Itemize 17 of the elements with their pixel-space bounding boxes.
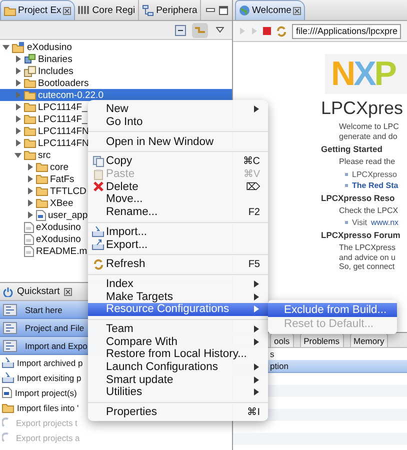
shortcut-text: F2 <box>248 206 260 218</box>
shortcut-text: ⌦ <box>246 180 260 193</box>
shortcut-text: ⌘I <box>247 406 260 418</box>
paragraph-text: Welcome to LPC generate and do <box>339 122 400 141</box>
paragraph-text: Please read the <box>339 157 396 166</box>
bullet-text: Visit <box>352 218 367 227</box>
bullet-text: LPCXpresso <box>352 170 397 178</box>
page-title: LPCXpres <box>321 98 404 119</box>
section-heading: LPCXpresso Forum <box>321 230 402 240</box>
shortcut-text: ⌘C <box>242 155 260 168</box>
shortcut-text: ⌘V <box>243 168 260 180</box>
section-heading: LPCXpresso Reso <box>321 192 396 202</box>
paragraph-text: The LPCXpress and advice on u So, get connect <box>339 243 396 272</box>
section-heading: Getting Started <box>321 144 384 154</box>
paragraph-text: Check the LPCX <box>339 206 400 215</box>
logo: NXP <box>325 54 407 94</box>
shortcut-text: F5 <box>248 258 260 270</box>
